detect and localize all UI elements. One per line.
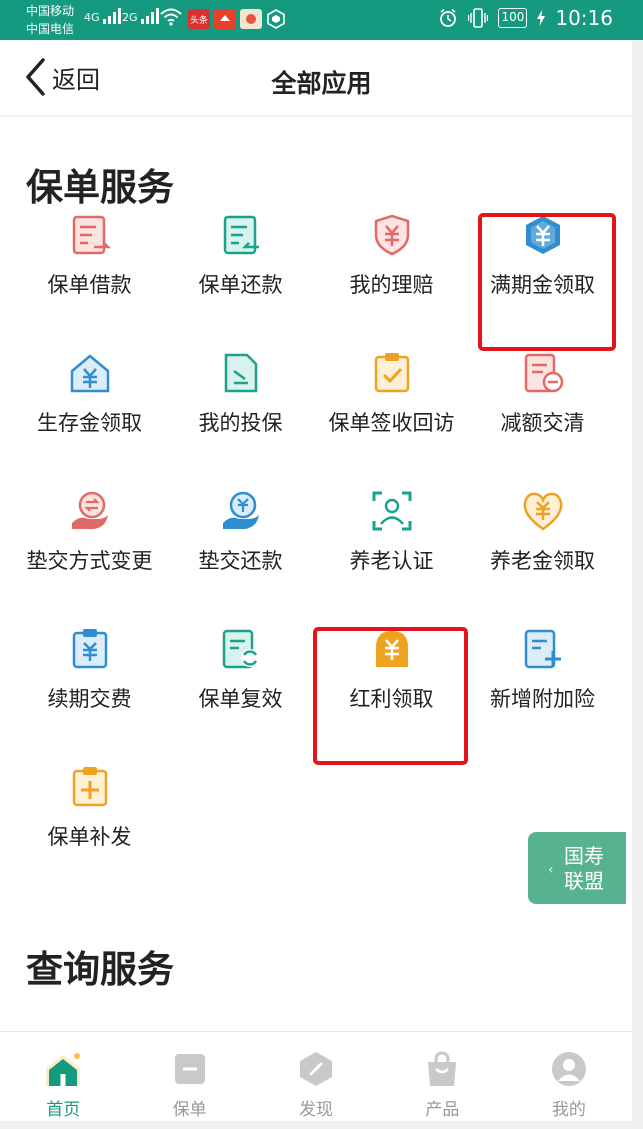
- highlight-maturity-claim: [478, 213, 616, 351]
- reduce-doc-icon: [524, 353, 564, 393]
- app-policy-loan[interactable]: 保单借款: [14, 213, 165, 351]
- clock: 10:16: [555, 6, 613, 30]
- policy-icon: [174, 1054, 205, 1084]
- policy-repay-icon: [223, 215, 259, 255]
- nav-label: 保单: [172, 1100, 207, 1120]
- reinstate-doc-icon: [222, 629, 259, 669]
- app-header: 返回 全部应用: [0, 40, 643, 116]
- app-label: 生存金领取: [37, 411, 142, 435]
- page-title: 全部应用: [271, 69, 372, 98]
- app-label: 保单借款: [47, 273, 132, 297]
- carrier-info: 中国移动 中国电信: [26, 2, 74, 38]
- home-icon: [46, 1053, 81, 1086]
- float-line-1: 国寿: [564, 844, 604, 868]
- add-rider-icon: [524, 629, 561, 669]
- battery-icon: 100: [498, 8, 528, 28]
- app-advance-method-change[interactable]: 垫交方式变更: [14, 489, 165, 627]
- app-label: 减额交清: [500, 411, 585, 435]
- hexagon-notify-icon: [267, 9, 285, 29]
- nav-label: 我的: [551, 1100, 586, 1120]
- app-label: 我的投保: [198, 411, 283, 435]
- nav-home[interactable]: 首页: [0, 1032, 126, 1121]
- user-icon: [551, 1052, 586, 1086]
- status-bar: 中国移动 中国电信 4G 2G 头条 100 10:16: [0, 0, 643, 40]
- app-label: 保单还款: [198, 273, 283, 297]
- claim-shield-icon: [374, 214, 410, 256]
- nav-discover[interactable]: 发现: [253, 1032, 379, 1121]
- wifi-icon: [160, 8, 182, 26]
- toutiao-badge-icon: 头条: [188, 9, 210, 29]
- nav-mine[interactable]: 我的: [506, 1032, 632, 1121]
- app-label: 保单补发: [47, 825, 132, 849]
- policy-loan-icon: [72, 215, 112, 255]
- status-right: 100 10:16: [438, 6, 613, 30]
- carrier-1: 中国移动: [26, 4, 75, 18]
- my-insure-doc-icon: [224, 353, 258, 393]
- app-policy-reissue[interactable]: 保单补发: [14, 765, 165, 903]
- bottom-nav: 首页 保单 发现 产品 我的: [0, 1031, 632, 1121]
- app-label: 续期交费: [47, 687, 132, 711]
- survival-house-icon: [70, 354, 110, 393]
- nav-products[interactable]: 产品: [379, 1032, 505, 1121]
- advance-repay-icon: [223, 491, 259, 529]
- vibrate-icon: [468, 8, 489, 28]
- float-line-2: 联盟: [564, 869, 604, 893]
- app-my-claims[interactable]: 我的理赔: [316, 213, 467, 351]
- nav-label: 产品: [425, 1100, 460, 1120]
- app-label: 垫交方式变更: [26, 549, 153, 573]
- app-pension-claim[interactable]: 养老金领取: [467, 489, 618, 627]
- app-add-rider[interactable]: 新增附加险: [467, 627, 618, 765]
- app-label: 保单复效: [198, 687, 283, 711]
- guoshou-alliance-button[interactable]: ‹ 国寿 联盟: [528, 832, 626, 904]
- app-survival-benefit[interactable]: 生存金领取: [14, 351, 165, 489]
- advance-change-icon: [72, 491, 108, 529]
- app-sign-return-visit[interactable]: 保单签收回访: [316, 351, 467, 489]
- app-reduced-paid-up[interactable]: 减额交清: [467, 351, 618, 489]
- app-label: 养老金领取: [490, 549, 595, 573]
- app-policy-repay[interactable]: 保单还款: [165, 213, 316, 351]
- carrier-2: 中国电信: [26, 22, 75, 36]
- app-label: 垫交还款: [198, 549, 283, 573]
- chevron-left-icon: ‹: [548, 862, 554, 878]
- app-advance-repay[interactable]: 垫交还款: [165, 489, 316, 627]
- app-notify-icon: [214, 9, 236, 29]
- app-renewal-payment[interactable]: 续期交费: [14, 627, 165, 765]
- app-notify-2-icon: [240, 9, 262, 29]
- app-label: 新增附加险: [490, 687, 595, 711]
- app-pension-verify[interactable]: 养老认证: [316, 489, 467, 627]
- pension-heart-icon: [523, 492, 563, 531]
- shopping-bag-icon: [428, 1051, 457, 1086]
- alarm-icon: [440, 8, 457, 27]
- signal-1-icon: 4G: [84, 8, 121, 24]
- app-my-insure[interactable]: 我的投保: [165, 351, 316, 489]
- app-label: 养老认证: [349, 549, 434, 573]
- app-policy-reinstate[interactable]: 保单复效: [165, 627, 316, 765]
- signal-2-icon: 2G: [122, 8, 159, 24]
- renewal-clipboard-icon: [72, 629, 108, 669]
- app-label: 保单签收回访: [328, 411, 455, 435]
- right-gutter: [632, 40, 643, 1129]
- nav-label: 发现: [299, 1100, 334, 1120]
- charging-icon: [537, 10, 546, 26]
- section-title-query-service: 查询服务: [26, 948, 174, 991]
- section-title-policy-service: 保单服务: [26, 166, 174, 209]
- discover-icon: [300, 1052, 333, 1086]
- face-scan-icon: [372, 491, 412, 531]
- reissue-clipboard-icon: [72, 767, 108, 807]
- nav-policy[interactable]: 保单: [126, 1032, 252, 1121]
- highlight-dividend-claim: [313, 627, 468, 765]
- app-label: 我的理赔: [349, 273, 434, 297]
- bottom-gutter: [0, 1121, 643, 1129]
- sign-clipboard-icon: [374, 353, 410, 393]
- nav-label: 首页: [46, 1100, 81, 1120]
